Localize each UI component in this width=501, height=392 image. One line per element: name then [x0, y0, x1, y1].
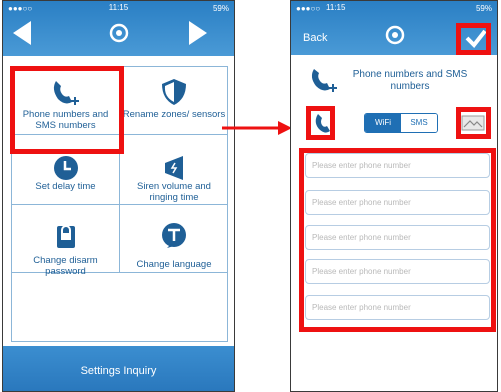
phone-plus-icon: [311, 69, 337, 92]
shield-icon: [162, 79, 186, 105]
left-header: ●●●○○ 11:15 59%: [3, 1, 234, 56]
menu-label: Change language: [136, 259, 212, 270]
page-title: Phone numbers and SMS numbers: [352, 69, 468, 92]
menu-label: Change disarm password: [33, 255, 98, 277]
forward-arrow-icon[interactable]: [189, 21, 207, 45]
language-icon: [162, 223, 186, 248]
connector-arrow-icon: [222, 121, 292, 135]
left-phone-screen: ●●●○○ 11:15 59% Phone numbers and SMS nu…: [2, 0, 235, 392]
menu-label: Rename zones/ sensors: [122, 109, 226, 120]
status-time: 11:15: [326, 3, 346, 12]
menu-label: Siren volume and ringing time: [137, 181, 211, 203]
back-button[interactable]: Back: [303, 32, 327, 44]
lock-logo-icon: [385, 25, 405, 45]
menu-item-change-disarm-password[interactable]: Change disarm password: [12, 205, 120, 277]
highlight-box-message: [456, 107, 491, 139]
menu-item-siren-volume[interactable]: Siren volume and ringing time: [120, 135, 228, 205]
highlight-box-phone: [306, 106, 335, 140]
wifi-sms-toggle: WiFi SMS: [364, 113, 438, 133]
highlight-box-confirm: [456, 23, 491, 55]
clock-icon: [53, 156, 78, 180]
settings-inquiry-button[interactable]: Settings Inquiry: [3, 346, 234, 391]
menu-item-change-language[interactable]: Change language: [120, 205, 228, 273]
sms-toggle-option[interactable]: SMS: [401, 114, 437, 132]
lock-icon: [56, 225, 75, 248]
speaker-icon: [165, 156, 183, 180]
menu-label: Set delay time: [35, 181, 96, 192]
right-status-bar: ●●●○○ 11:15 59%: [291, 1, 497, 15]
highlight-box-inputs: [299, 148, 496, 332]
lock-logo-icon: [109, 23, 129, 43]
highlight-box-phone-numbers: [10, 66, 124, 154]
left-status-bar: ●●●○○ 11:15 59%: [3, 1, 234, 15]
back-arrow-icon[interactable]: [13, 21, 31, 45]
wifi-toggle-option[interactable]: WiFi: [365, 114, 401, 132]
menu-item-rename-zones[interactable]: Rename zones/ sensors: [120, 67, 228, 135]
status-time: 11:15: [108, 3, 129, 12]
